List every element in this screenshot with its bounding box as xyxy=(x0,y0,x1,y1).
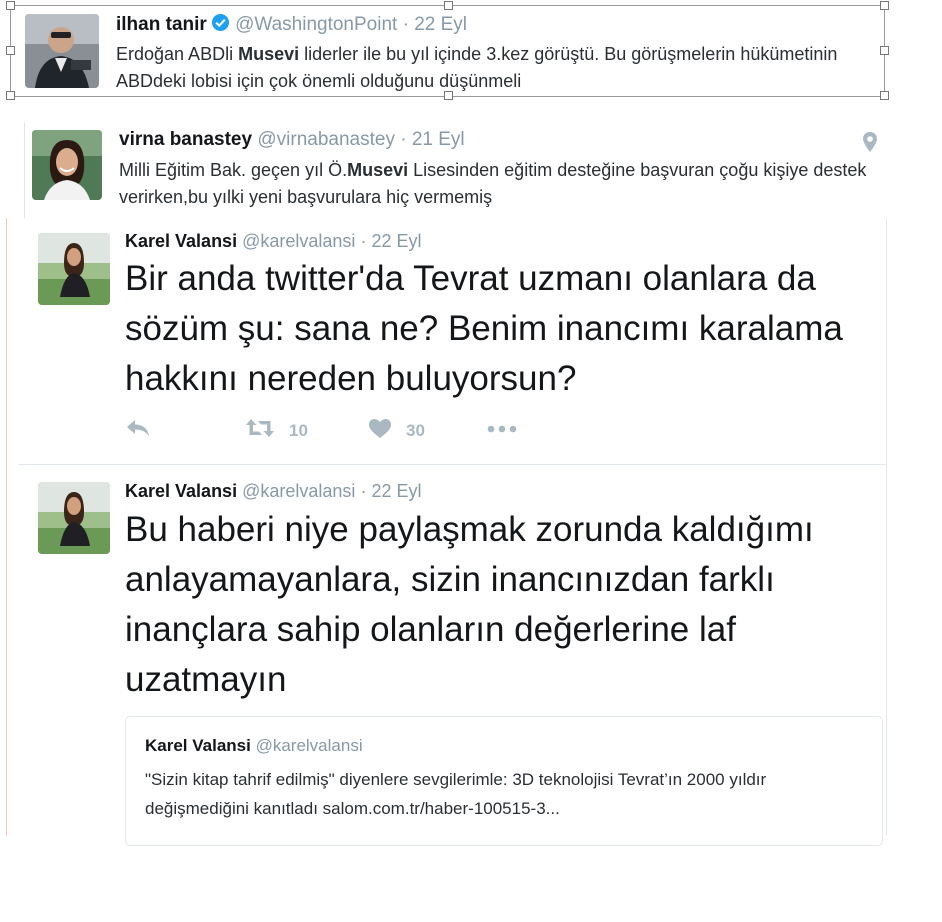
author-name[interactable]: virna banastey xyxy=(119,129,252,150)
reply-button[interactable] xyxy=(125,418,151,443)
author-name[interactable]: ilhan tanir xyxy=(116,14,207,35)
author-handle[interactable]: @karelvalansi xyxy=(242,481,355,501)
resize-handle[interactable] xyxy=(880,46,889,55)
author-handle[interactable]: @WashingtonPoint xyxy=(235,14,397,35)
resize-handle[interactable] xyxy=(6,46,15,55)
tweet-text-part: Erdoğan ABDli xyxy=(116,44,239,64)
tweet-text: Bu haberi niye paylaşmak zorunda kaldığı… xyxy=(125,510,814,699)
tweet-virna-banastey[interactable]: virna banastey @virnabanastey · 21 Eyl M… xyxy=(24,122,887,218)
like-button[interactable]: 30 xyxy=(368,418,425,444)
author-name[interactable]: Karel Valansi xyxy=(125,231,237,251)
author-handle[interactable]: @virnabanastey xyxy=(257,129,395,150)
tweet-header: ilhan tanir @WashingtonPoint · 22 Eyl xyxy=(116,13,467,38)
author-handle[interactable]: @karelvalansi xyxy=(242,231,355,251)
verified-badge-icon xyxy=(211,13,230,38)
tweet-header: virna banastey @virnabanastey · 21 Eyl xyxy=(119,129,465,151)
tweet-text: Erdoğan ABDli Musevi liderler ile bu yıl… xyxy=(116,41,876,95)
tweet-karel-valansi[interactable]: Karel Valansi @karelvalansi · 22 Eyl Bir… xyxy=(19,218,885,465)
timestamp[interactable]: 21 Eyl xyxy=(412,129,465,150)
tweet-header: Karel Valansi @karelvalansi · 22 Eyl xyxy=(125,231,421,252)
highlighted-keyword: Musevi xyxy=(347,160,409,180)
separator-dot: · xyxy=(400,129,407,150)
resize-handle[interactable] xyxy=(6,91,15,100)
author-name[interactable]: Karel Valansi xyxy=(125,481,237,501)
reply-icon xyxy=(125,418,151,443)
avatar[interactable] xyxy=(38,233,110,305)
more-button[interactable] xyxy=(487,418,517,438)
tweet-karel-valansi[interactable]: Karel Valansi @karelvalansi · 22 Eyl Bu … xyxy=(19,465,885,846)
quoted-author-name: Karel Valansi xyxy=(145,736,251,755)
retweet-icon xyxy=(245,418,275,443)
separator-dot: · xyxy=(360,481,367,501)
tweet-actions: 10 30 xyxy=(125,418,545,444)
quoted-tweet-text: "Sizin kitap tahrif edilmiş" diyenlere s… xyxy=(145,770,767,818)
tweet-text-part: Milli Eğitim Bak. geçen yıl Ö. xyxy=(119,160,348,180)
tweet-ilhan-tanir[interactable]: ilhan tanir @WashingtonPoint · 22 Eyl Er… xyxy=(6,1,889,100)
resize-handle[interactable] xyxy=(880,91,889,100)
timestamp[interactable]: 22 Eyl xyxy=(371,481,421,501)
heart-icon xyxy=(368,418,392,444)
resize-handle[interactable] xyxy=(444,1,453,10)
tweet-header: Karel Valansi @karelvalansi · 22 Eyl xyxy=(125,481,421,502)
resize-handle[interactable] xyxy=(880,1,889,10)
tweet-text: Bir anda twitter'da Tevrat uzmanı olanla… xyxy=(125,259,843,398)
like-count: 30 xyxy=(406,421,425,440)
resize-handle[interactable] xyxy=(6,1,15,10)
separator-dot: · xyxy=(360,231,367,251)
tweet-text: Milli Eğitim Bak. geçen yıl Ö.Musevi Lis… xyxy=(119,157,879,211)
retweet-button[interactable]: 10 xyxy=(245,418,308,443)
separator-dot: · xyxy=(402,14,409,35)
retweet-count: 10 xyxy=(289,420,308,440)
tweet-thread: Karel Valansi @karelvalansi · 22 Eyl Bir… xyxy=(6,218,887,846)
timestamp[interactable]: 22 Eyl xyxy=(414,14,467,35)
timestamp[interactable]: 22 Eyl xyxy=(371,231,421,251)
avatar[interactable] xyxy=(25,14,99,88)
quoted-author-handle: @karelvalansi xyxy=(255,736,363,755)
avatar[interactable] xyxy=(38,482,110,554)
quoted-tweet[interactable]: Karel Valansi @karelvalansi "Sizin kitap… xyxy=(125,716,883,846)
more-dots-icon xyxy=(487,418,517,438)
quoted-tweet-header: Karel Valansi @karelvalansi xyxy=(145,736,363,756)
avatar[interactable] xyxy=(32,130,102,200)
highlighted-keyword: Musevi xyxy=(238,44,300,64)
location-pin-icon[interactable] xyxy=(863,132,877,157)
